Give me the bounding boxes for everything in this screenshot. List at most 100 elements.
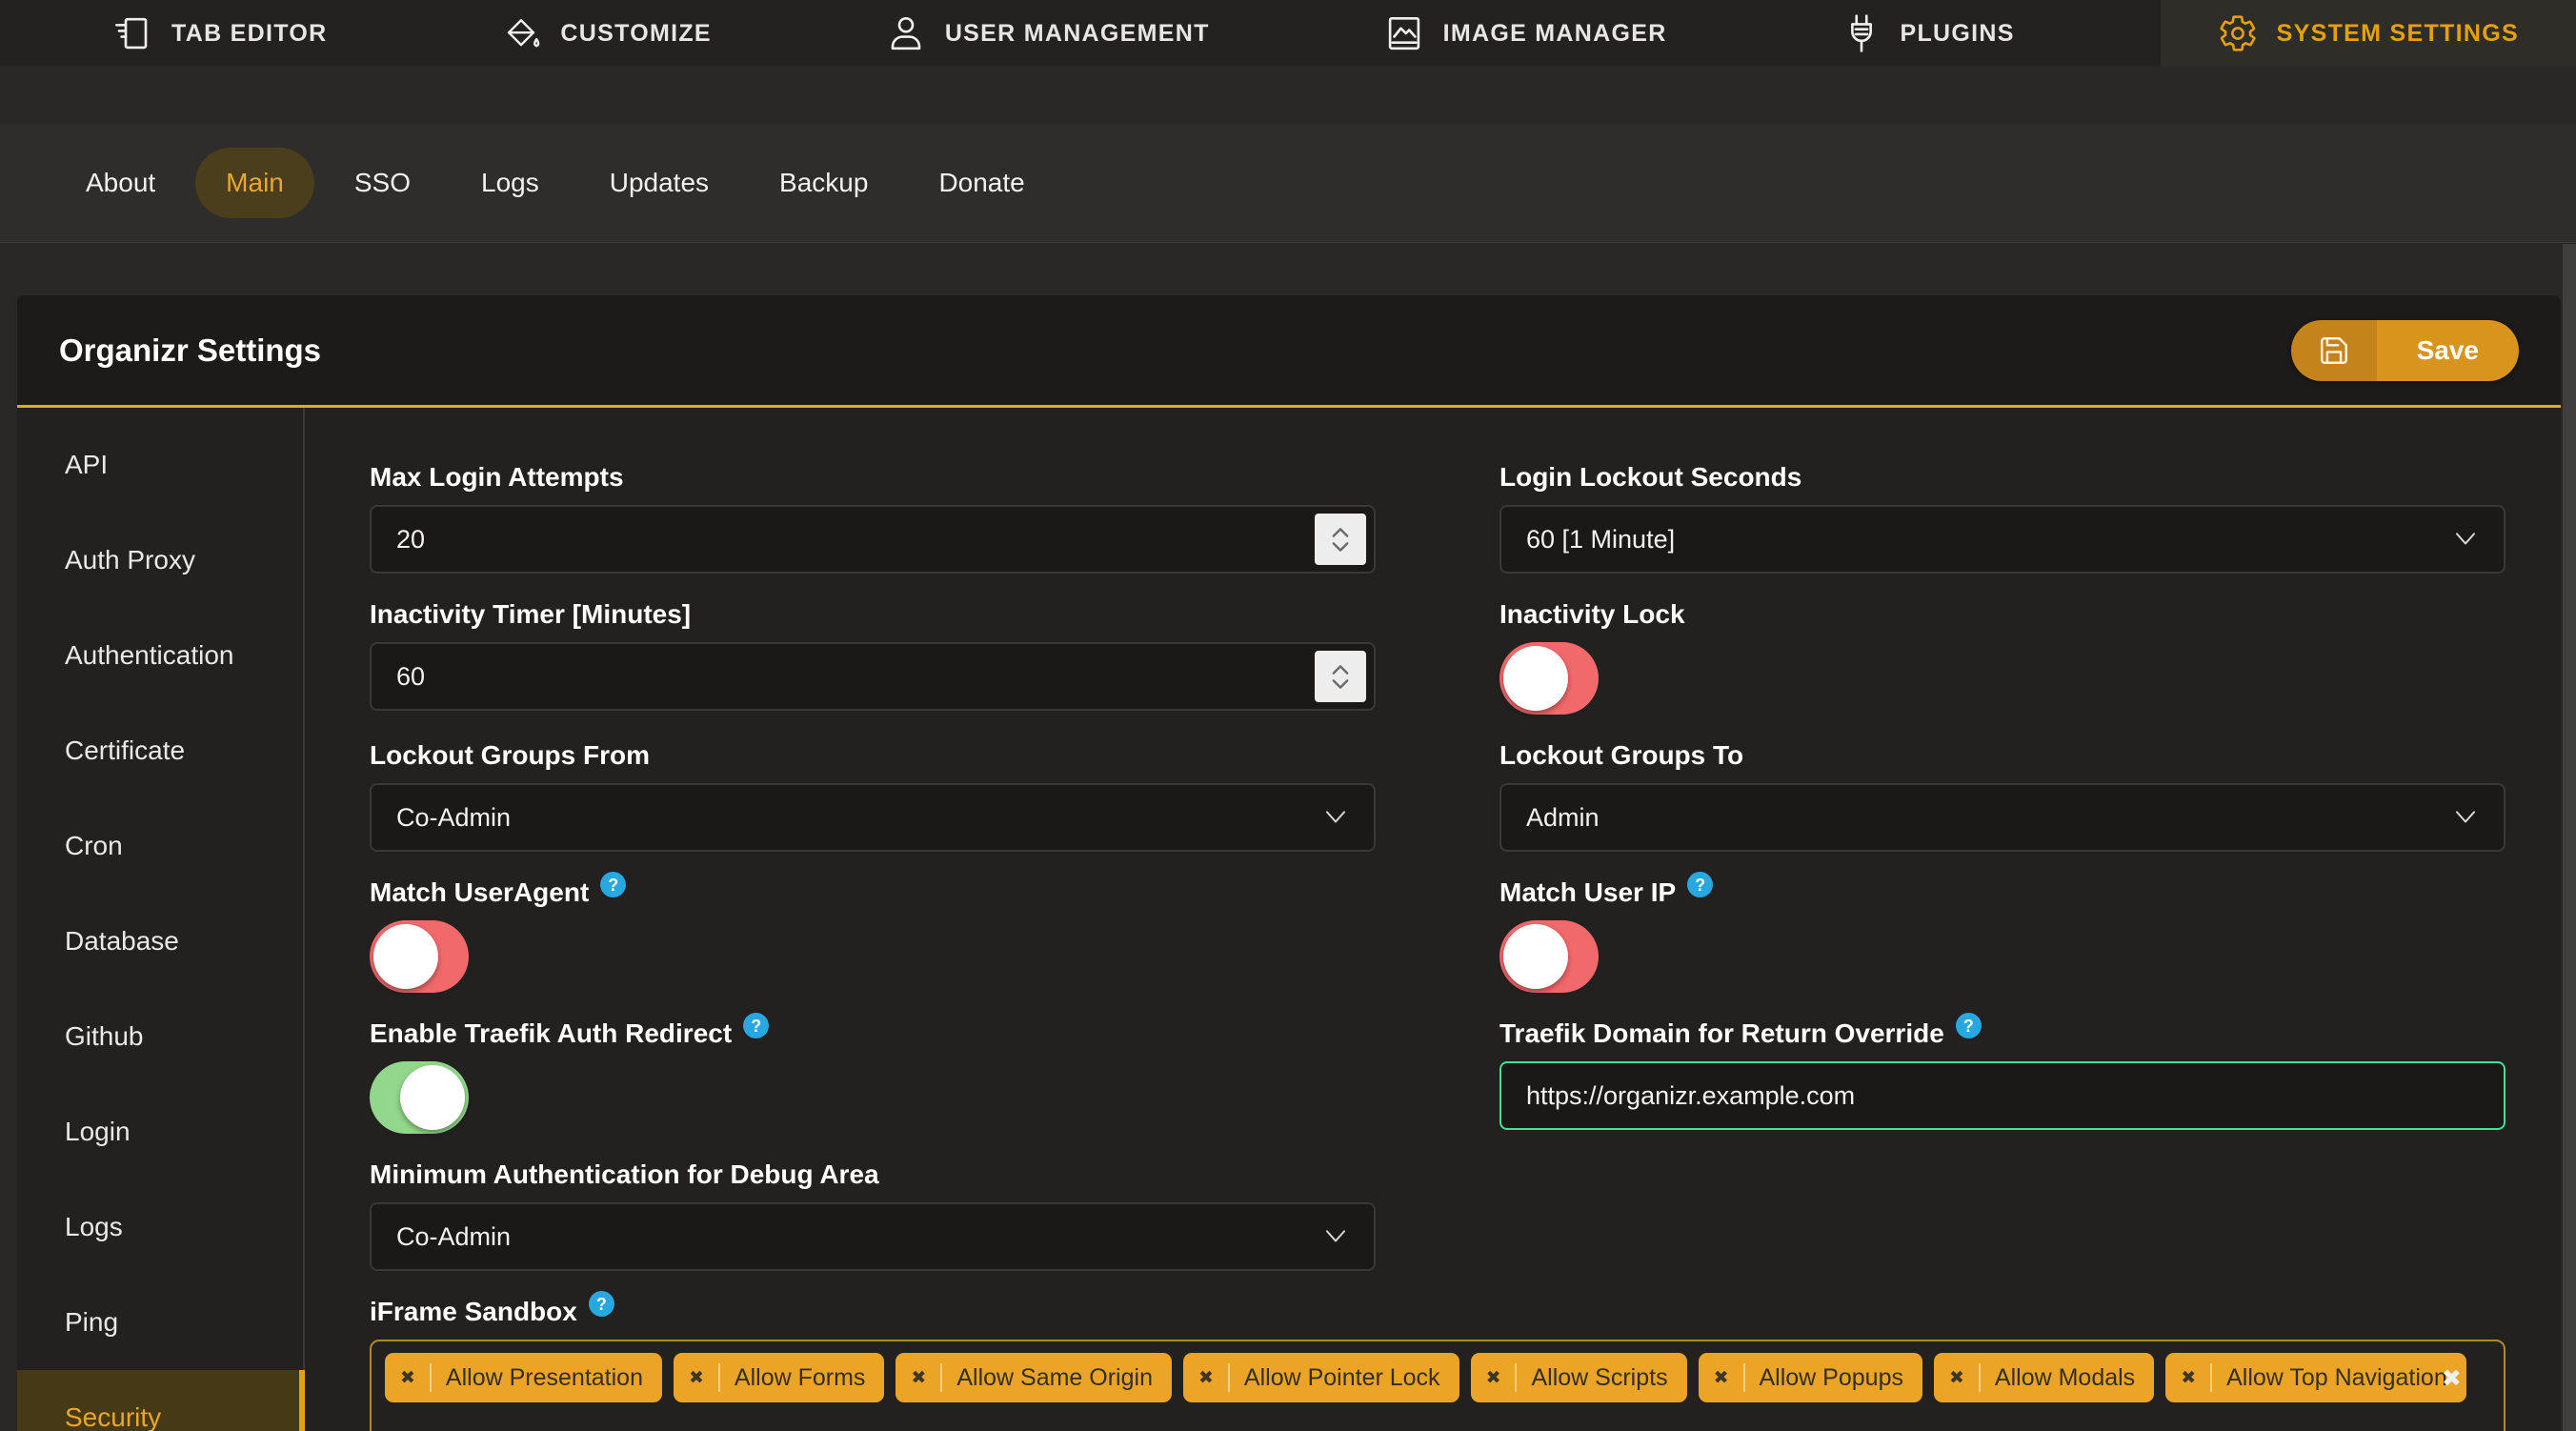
chevron-down-icon — [1325, 811, 1346, 823]
match-useragent-toggle[interactable] — [370, 920, 469, 993]
selected-value: Co-Admin — [396, 1221, 512, 1251]
sidebar-item-certificate[interactable]: Certificate — [17, 703, 303, 798]
field-label: Login Lockout Seconds — [1499, 462, 1802, 492]
tab-sso[interactable]: SSO — [324, 148, 441, 218]
field-label: Match User IP — [1499, 877, 1677, 907]
scrollbar[interactable] — [2563, 244, 2576, 1431]
save-button[interactable]: Save — [2290, 319, 2519, 381]
chevron-down-icon — [1325, 1230, 1346, 1242]
tab-backup[interactable]: Backup — [749, 148, 898, 218]
nav-item-label: IMAGE MANAGER — [1442, 19, 1667, 47]
field-enable-traefik-auth-redirect: Enable Traefik Auth Redirect ? — [370, 1013, 1376, 1134]
chevron-down-icon — [1332, 541, 1349, 552]
remove-tag-icon[interactable]: ✖ — [911, 1367, 926, 1389]
inactivity-lock-toggle[interactable] — [1499, 642, 1599, 715]
help-icon[interactable]: ? — [600, 872, 627, 897]
tag-label: Allow Presentation — [445, 1363, 643, 1391]
max-login-attempts-value[interactable] — [396, 524, 1349, 554]
sandbox-tag: ✖ Allow Popups — [1698, 1353, 1922, 1402]
nav-item-system-settings[interactable]: SYSTEM SETTINGS — [2160, 0, 2576, 67]
number-stepper[interactable] — [1315, 514, 1366, 565]
nav-item-image-manager[interactable]: IMAGE MANAGER — [1356, 0, 1696, 67]
min-auth-debug-select[interactable]: Co-Admin — [370, 1202, 1376, 1271]
match-user-ip-toggle[interactable] — [1499, 920, 1599, 993]
security-settings-form: Max Login Attempts L — [305, 408, 2561, 1431]
tab-donate[interactable]: Donate — [908, 148, 1055, 218]
nav-item-user-management[interactable]: USER MANAGEMENT — [857, 0, 1238, 67]
sidebar-item-logs[interactable]: Logs — [17, 1179, 303, 1275]
nav-item-label: TAB EDITOR — [171, 19, 328, 47]
login-lockout-seconds-select[interactable]: 60 [1 Minute] — [1499, 505, 2506, 574]
help-icon[interactable]: ? — [588, 1291, 614, 1317]
field-label: Enable Traefik Auth Redirect — [370, 1018, 733, 1048]
sidebar-item-auth-proxy[interactable]: Auth Proxy — [17, 513, 303, 608]
remove-tag-icon[interactable]: ✖ — [2181, 1367, 2196, 1389]
selected-value: Co-Admin — [396, 802, 512, 832]
clear-tags-icon[interactable]: ✖ — [2442, 1364, 2462, 1393]
sidebar-item-cron[interactable]: Cron — [17, 798, 303, 894]
sidebar-item-github[interactable]: Github — [17, 989, 303, 1084]
chevron-up-icon — [1332, 664, 1349, 675]
tag-label: Allow Modals — [1994, 1363, 2136, 1391]
nav-item-customize[interactable]: CUSTOMIZE — [473, 0, 739, 67]
field-match-useragent: Match UserAgent ? — [370, 872, 1376, 993]
remove-tag-icon[interactable]: ✖ — [1198, 1367, 1214, 1389]
field-traefik-domain-override: Traefik Domain for Return Override ? — [1499, 1013, 2506, 1134]
traefik-domain-input[interactable] — [1499, 1061, 2506, 1130]
field-label: Minimum Authentication for Debug Area — [370, 1159, 879, 1189]
tag-separator — [1978, 1363, 1981, 1392]
sidebar-item-database[interactable]: Database — [17, 894, 303, 989]
sidebar-item-security[interactable]: Security — [17, 1370, 305, 1431]
nav-item-tab-editor[interactable]: TAB EDITOR — [84, 0, 355, 67]
sidebar-item-ping[interactable]: Ping — [17, 1275, 303, 1370]
help-icon[interactable]: ? — [1955, 1013, 1982, 1038]
settings-tab-bar: About Main SSO Logs Updates Backup Donat… — [0, 124, 2576, 243]
remove-tag-icon[interactable]: ✖ — [400, 1367, 415, 1389]
lockout-groups-to-select[interactable]: Admin — [1499, 783, 2506, 852]
remove-tag-icon[interactable]: ✖ — [1949, 1367, 1964, 1389]
tab-editor-icon — [115, 17, 148, 50]
selected-value: Admin — [1526, 802, 1600, 832]
inactivity-timer-input[interactable] — [370, 642, 1376, 711]
tab-about[interactable]: About — [55, 148, 186, 218]
traefik-domain-value[interactable] — [1526, 1080, 2479, 1111]
chevron-down-icon — [1332, 678, 1349, 689]
remove-tag-icon[interactable]: ✖ — [1714, 1367, 1729, 1389]
tab-logs[interactable]: Logs — [451, 148, 570, 218]
max-login-attempts-input[interactable] — [370, 505, 1376, 574]
toggle-knob — [1503, 646, 1568, 711]
field-label: Lockout Groups To — [1499, 740, 1744, 770]
tab-main[interactable]: Main — [195, 148, 314, 218]
help-icon[interactable]: ? — [743, 1013, 770, 1038]
tag-separator — [1742, 1363, 1745, 1392]
panel-body: API Auth Proxy Authentication Certificat… — [17, 408, 2561, 1431]
enable-traefik-auth-redirect-toggle[interactable] — [370, 1061, 469, 1134]
field-label: Traefik Domain for Return Override — [1499, 1018, 1944, 1048]
tag-label: Allow Forms — [734, 1363, 866, 1391]
help-icon[interactable]: ? — [1687, 872, 1714, 897]
sidebar-item-api[interactable]: API — [17, 417, 303, 513]
settings-sidebar: API Auth Proxy Authentication Certificat… — [17, 408, 305, 1431]
field-inactivity-timer: Inactivity Timer [Minutes] — [370, 598, 1376, 715]
field-label: Match UserAgent — [370, 877, 590, 907]
lockout-groups-from-select[interactable]: Co-Admin — [370, 783, 1376, 852]
number-stepper[interactable] — [1315, 651, 1366, 702]
field-lockout-groups-from: Lockout Groups From Co-Admin — [370, 739, 1376, 852]
tag-separator — [2210, 1363, 2213, 1392]
sidebar-item-login[interactable]: Login — [17, 1084, 303, 1179]
nav-item-label: SYSTEM SETTINGS — [2276, 19, 2519, 47]
inactivity-timer-value[interactable] — [396, 661, 1349, 692]
sandbox-tag: ✖ Allow Presentation — [385, 1353, 662, 1402]
tag-separator — [940, 1363, 943, 1392]
sandbox-tag: ✖ Allow Pointer Lock — [1182, 1353, 1459, 1402]
remove-tag-icon[interactable]: ✖ — [1486, 1367, 1501, 1389]
sidebar-item-authentication[interactable]: Authentication — [17, 608, 303, 703]
field-label: iFrame Sandbox — [370, 1297, 577, 1326]
field-iframe-sandbox: iFrame Sandbox ? ✖ Allow Presentation ✖ … — [370, 1291, 2506, 1431]
tag-separator — [1227, 1363, 1230, 1392]
nav-item-plugins[interactable]: PLUGINS — [1813, 0, 2043, 67]
tab-updates[interactable]: Updates — [579, 148, 739, 218]
field-label: Inactivity Lock — [1499, 599, 1685, 629]
remove-tag-icon[interactable]: ✖ — [689, 1367, 704, 1389]
iframe-sandbox-tags-input[interactable]: ✖ Allow Presentation ✖ Allow Forms ✖ All… — [370, 1340, 2506, 1431]
